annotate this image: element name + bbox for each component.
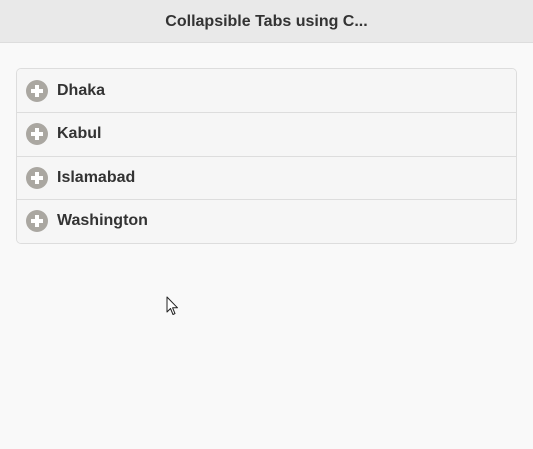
collapsible-item-label: Islamabad: [57, 168, 136, 186]
collapsible-item-kabul[interactable]: Kabul: [17, 112, 516, 156]
collapsible-item-dhaka[interactable]: Dhaka: [17, 69, 516, 112]
collapsible-item-label: Washington: [57, 212, 148, 230]
collapsible-set: Dhaka Kabul Islamabad Washington: [16, 68, 517, 244]
plus-icon: [26, 166, 48, 189]
collapsible-item-washington[interactable]: Washington: [17, 199, 516, 243]
plus-icon: [26, 123, 48, 146]
page-title: Collapsible Tabs using C...: [165, 13, 368, 30]
collapsible-item-islamabad[interactable]: Islamabad: [17, 155, 516, 199]
collapsible-item-label: Dhaka: [57, 81, 106, 99]
collapsible-item-label: Kabul: [57, 125, 102, 143]
plus-icon: [26, 79, 48, 102]
header-bar: Collapsible Tabs using C...: [0, 0, 533, 43]
mouse-cursor-icon: [166, 296, 178, 315]
plus-icon: [26, 210, 48, 233]
